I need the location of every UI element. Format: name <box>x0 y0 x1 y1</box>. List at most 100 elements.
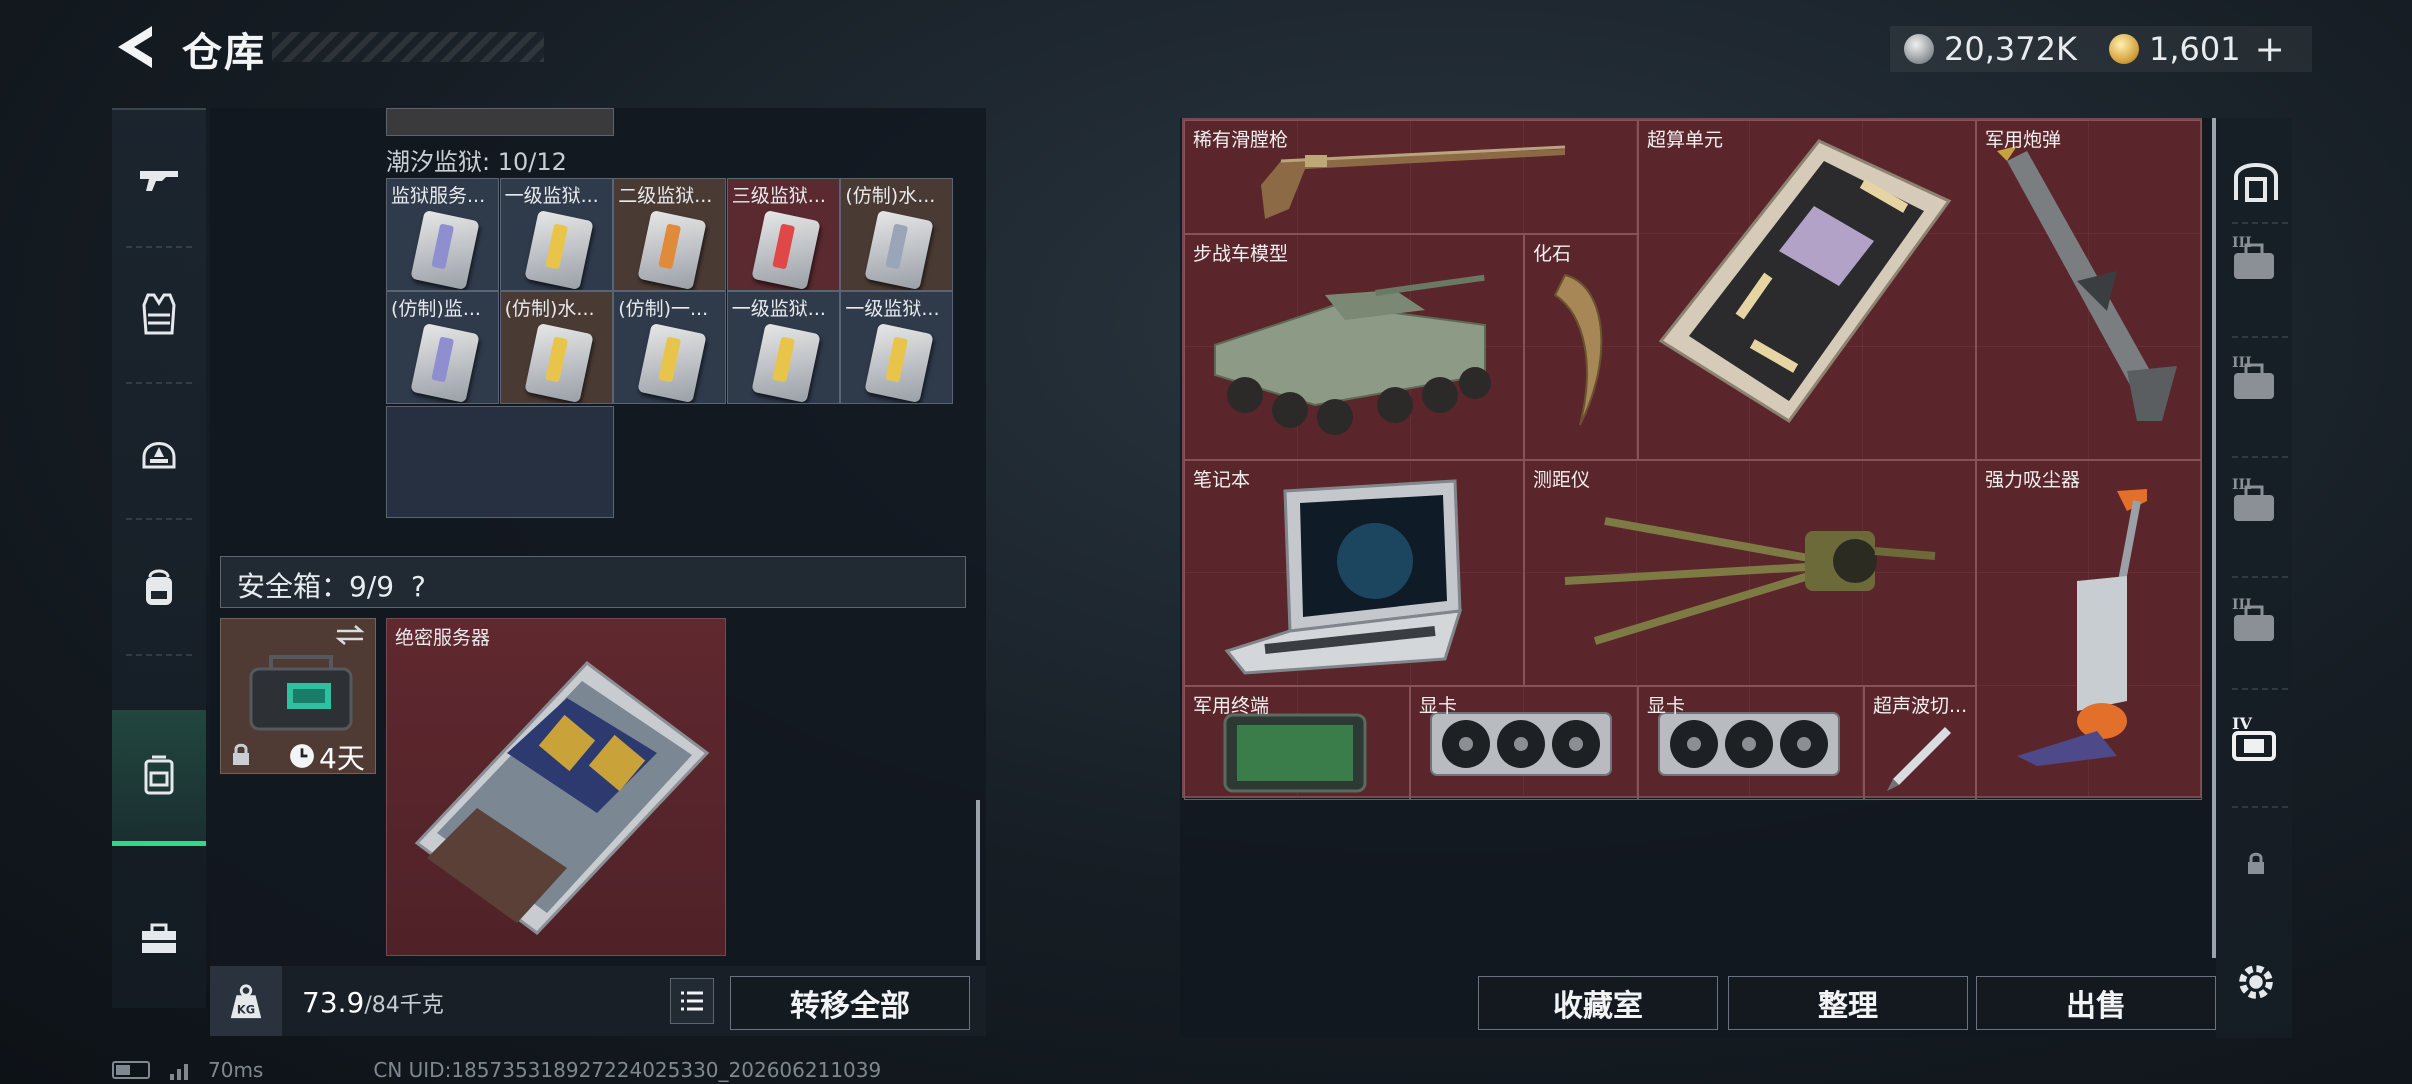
nav-case-5[interactable]: IV <box>2228 712 2284 768</box>
item-label: 显卡 <box>1647 695 1686 717</box>
fossil-claw-icon <box>1553 273 1603 426</box>
container-card-slot[interactable]: 监狱服务... <box>386 178 499 291</box>
nav-toolbox[interactable] <box>112 870 206 1006</box>
nav-helmet[interactable] <box>112 382 206 518</box>
left-scrollbar[interactable] <box>976 800 980 960</box>
page-title: 仓库 <box>182 30 266 76</box>
gold-coin-icon <box>2108 34 2139 64</box>
rangefinder-icon <box>1564 517 1936 645</box>
stash-item-fossil[interactable]: 化石 <box>1524 234 1638 460</box>
card-label: (仿制)水... <box>504 298 595 320</box>
item-label: 化石 <box>1533 243 1572 265</box>
stash-item-supercomputer[interactable]: 超算单元 <box>1638 120 1976 460</box>
item-label: 军用炮弹 <box>1985 129 2062 151</box>
weight-readout: 73.9/84千克 <box>302 986 444 1019</box>
item-label: 强力吸尘器 <box>1985 469 2081 491</box>
nav-case-3[interactable]: III <box>2228 474 2284 530</box>
safe-box-slot[interactable]: 4天 <box>220 618 376 775</box>
list-view-button[interactable] <box>670 978 714 1024</box>
battery-icon <box>112 1061 150 1079</box>
item-label: 超声波切... <box>1873 695 1968 717</box>
help-button[interactable]: ? <box>411 570 426 603</box>
svg-text:III: III <box>2232 597 2252 613</box>
nav-vault[interactable] <box>2228 152 2284 208</box>
back-icon[interactable] <box>112 22 158 72</box>
container-card-slot[interactable]: (仿制)监... <box>386 291 499 404</box>
sort-button[interactable]: 整理 <box>1728 976 1968 1030</box>
swap-icon[interactable] <box>335 625 365 645</box>
stash-item-ifv-model[interactable]: 步战车模型 <box>1184 234 1524 460</box>
add-currency-button[interactable]: + <box>2255 29 2285 70</box>
ping-text: 70ms <box>208 1058 264 1082</box>
level-3-case-icon: III <box>2232 235 2274 279</box>
keycard-icon <box>637 209 707 290</box>
stash-item-ultrasonic-cutter[interactable]: 超声波切... <box>1864 686 1976 800</box>
nav-safe-box[interactable] <box>112 710 206 846</box>
silver-coin-icon <box>1904 34 1934 64</box>
left-nav <box>112 108 206 1008</box>
stash-item-shell[interactable]: 军用炮弹 <box>1976 120 2202 460</box>
keycard-icon <box>751 322 821 403</box>
safe-case-icon <box>249 655 353 731</box>
level-3-case-icon: III <box>2232 477 2274 521</box>
transfer-all-button[interactable]: 转移全部 <box>730 976 970 1030</box>
vault-icon <box>2234 163 2278 202</box>
item-label: 军用终端 <box>1193 695 1270 717</box>
laptop-icon <box>1224 479 1463 675</box>
lock-icon <box>2248 852 2264 874</box>
card-label: 一级监狱... <box>504 185 599 207</box>
container-card-slot[interactable]: (仿制)水... <box>840 178 954 291</box>
card-label: (仿制)一... <box>618 298 709 320</box>
stash-item-rangefinder[interactable]: 测距仪 <box>1524 460 1976 686</box>
collection-room-button[interactable]: 收藏室 <box>1478 976 1718 1030</box>
weight-current: 73.9 <box>302 986 365 1019</box>
stash-item-musket[interactable]: 稀有滑膛枪 <box>1184 120 1638 234</box>
svg-text:III: III <box>2232 355 2252 371</box>
container-card-slot[interactable]: 一级监狱... <box>499 178 613 291</box>
nav-weapon[interactable] <box>112 110 206 246</box>
secret-server-item[interactable]: 绝密服务器 <box>386 618 726 956</box>
container-card-slot[interactable]: 三级监狱... <box>726 178 840 291</box>
settings-button[interactable] <box>2228 954 2284 1010</box>
container-card-slot[interactable]: (仿制)水... <box>499 291 613 404</box>
stash-item-gpu[interactable]: 显卡 <box>1638 686 1864 800</box>
clock-icon <box>290 744 314 768</box>
stash-item-gpu[interactable]: 显卡 <box>1410 686 1638 800</box>
circuit-board-icon <box>1658 139 1952 424</box>
stash-item-vacuum[interactable]: 强力吸尘器 <box>1976 460 2202 800</box>
stash-item-terminal[interactable]: 军用终端 <box>1184 686 1410 800</box>
keycard-icon <box>410 322 480 403</box>
keycard-icon <box>864 209 935 290</box>
nav-backpack[interactable] <box>112 518 206 654</box>
nav-locked-slot[interactable] <box>2228 836 2284 892</box>
level-4-case-icon: IV <box>2232 715 2276 761</box>
container-top-slots <box>386 108 614 136</box>
stash-item-laptop[interactable]: 笔记本 <box>1184 460 1524 686</box>
item-label: 笔记本 <box>1193 469 1251 491</box>
item-label: 稀有滑膛枪 <box>1193 129 1289 151</box>
item-label: 测距仪 <box>1533 469 1591 491</box>
nav-case-1[interactable]: III <box>2228 232 2284 288</box>
container-label: 潮汐监狱: 10/12 <box>386 148 567 176</box>
container-card-slot[interactable]: (仿制)一... <box>613 291 727 404</box>
nav-armor[interactable] <box>112 246 206 382</box>
lock-icon <box>233 743 249 765</box>
container-card-slot[interactable]: 一级监狱... <box>726 291 840 404</box>
card-label: 三级监狱... <box>731 185 826 207</box>
level-3-case-icon: III <box>2232 355 2274 399</box>
right-scrollbar[interactable] <box>2212 118 2216 958</box>
signal-icon <box>170 1060 188 1080</box>
nav-case-2[interactable]: III <box>2228 352 2284 408</box>
keycard-icon <box>410 209 480 290</box>
backpack-icon <box>146 569 172 605</box>
nav-case-4[interactable]: III <box>2228 594 2284 650</box>
keycard-icon <box>523 322 594 403</box>
container-card-slot[interactable]: 二级监狱... <box>613 178 727 291</box>
safe-box-icon <box>144 755 174 794</box>
container-card-slot[interactable]: 一级监狱... <box>840 291 954 404</box>
keycard-icon <box>637 322 707 403</box>
sell-button[interactable]: 出售 <box>1976 976 2216 1030</box>
svg-text:III: III <box>2232 235 2252 251</box>
container-empty-slots[interactable] <box>386 406 614 518</box>
list-icon <box>681 991 703 1011</box>
